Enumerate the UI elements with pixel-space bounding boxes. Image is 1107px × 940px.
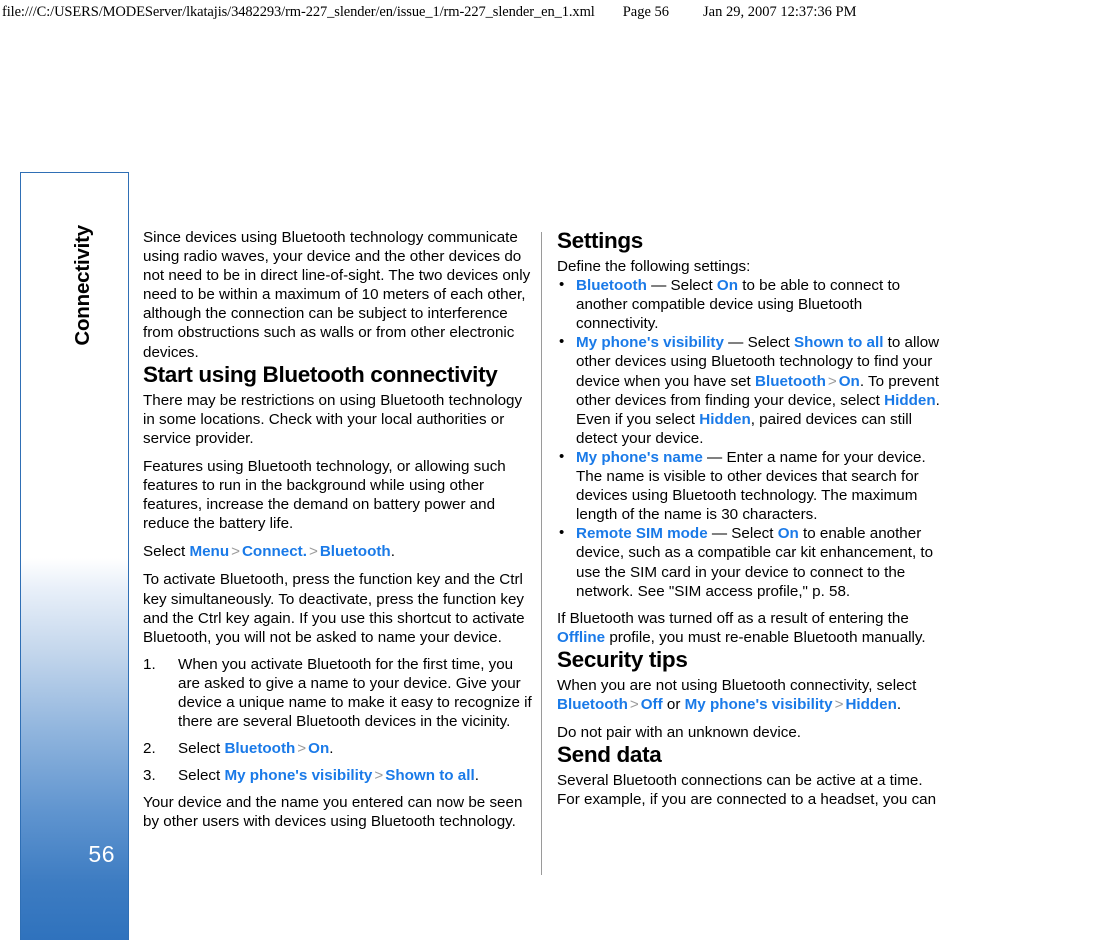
my-phones-visibility-path-item[interactable]: My phone's visibility	[224, 767, 372, 784]
right-text-column: Settings Define the following settings: …	[557, 228, 947, 809]
value-hidden[interactable]: Hidden	[845, 696, 896, 713]
chapter-title-label: Connectivity	[70, 225, 94, 346]
paragraph-intro: Since devices using Bluetooth technology…	[143, 229, 531, 361]
shown-to-all-path-item[interactable]: Shown to all	[385, 767, 474, 784]
value-shown-to-all[interactable]: Shown to all	[794, 334, 883, 351]
value-on[interactable]: On	[778, 525, 799, 542]
chevron-right-icon: >	[827, 372, 837, 390]
chevron-right-icon: >	[231, 543, 240, 561]
bullet-icon: •	[559, 333, 565, 351]
setting-term-bluetooth[interactable]: Bluetooth	[576, 277, 647, 294]
column-divider	[541, 232, 542, 875]
list-item: 1. When you activate Bluetooth for the fi…	[143, 655, 533, 731]
paragraph-restrictions: There may be restrictions on using Bluet…	[143, 391, 523, 447]
offline-text: If Bluetooth was turned off as a result …	[557, 609, 909, 627]
list-item: • My phone's visibility — Select Shown to…	[557, 333, 947, 448]
step-period: .	[329, 740, 334, 758]
chevron-right-icon: >	[834, 695, 844, 713]
connect-path-item[interactable]: Connect.	[242, 543, 307, 560]
bluetooth-path-item[interactable]: Bluetooth	[224, 740, 295, 757]
value-hidden[interactable]: Hidden	[699, 411, 750, 428]
list-item: • My phone's name — Enter a name for your…	[557, 448, 947, 524]
step-text: When you activate Bluetooth for the firs…	[178, 655, 532, 731]
setting-text: — Select	[646, 277, 717, 295]
heading-settings: Settings	[557, 228, 643, 253]
select-period: .	[390, 543, 395, 561]
value-on[interactable]: On	[717, 277, 738, 294]
step-number: 2.	[143, 740, 156, 758]
chevron-right-icon: >	[308, 543, 318, 561]
paragraph-offline-profile: If Bluetooth was turned off as a result …	[557, 609, 947, 647]
list-item: • Bluetooth — Select On to be able to con…	[557, 276, 947, 333]
paragraph-device-seen: Your device and the name you entered can…	[143, 794, 523, 831]
setting-term-my-phones-name[interactable]: My phone's name	[576, 449, 703, 466]
heading-security-tips: Security tips	[557, 646, 688, 672]
on-path-item[interactable]: On	[308, 740, 329, 757]
paragraph-features: Features using Bluetooth technology, or …	[143, 457, 506, 533]
select-lead: Select	[143, 543, 190, 561]
setting-term-my-phones-visibility[interactable]: My phone's visibility	[576, 334, 724, 351]
value-my-phones-visibility[interactable]: My phone's visibility	[685, 696, 833, 713]
heading-start-using-bluetooth: Start using Bluetooth connectivity	[143, 361, 498, 387]
list-item: 3. Select My phone's visibility > Shown to …	[143, 766, 533, 785]
security-text: or	[662, 695, 685, 713]
security-text: When you are not using Bluetooth connect…	[557, 676, 917, 694]
step-period: .	[474, 767, 479, 785]
security-text: .	[896, 695, 902, 713]
paragraph-activate: To activate Bluetooth, press the functio…	[143, 571, 525, 646]
step-number: 3.	[143, 767, 156, 785]
setting-text: — Select	[723, 334, 794, 352]
bluetooth-path-item[interactable]: Bluetooth	[320, 543, 391, 560]
list-item: 2. Select Bluetooth > On.	[143, 739, 533, 758]
step-lead: Select	[178, 767, 225, 785]
value-on[interactable]: On	[839, 373, 860, 390]
step-number: 1.	[143, 655, 156, 673]
setting-term-remote-sim-mode[interactable]: Remote SIM mode	[576, 525, 708, 542]
chevron-right-icon: >	[297, 740, 307, 758]
bullet-icon: •	[559, 447, 565, 465]
menu-path-item[interactable]: Menu	[189, 543, 229, 560]
chapter-tab-sidebar: Connectivity 56	[20, 172, 129, 940]
bullet-icon: •	[559, 524, 565, 542]
paragraph-no-pair: Do not pair with an unknown device.	[557, 724, 801, 742]
setting-text: — Select	[707, 525, 778, 543]
chapter-title: Connectivity	[21, 173, 130, 453]
paragraph-select-path: Select Menu > Connect. > Bluetooth.	[143, 542, 533, 561]
offline-text: profile, you must re-enable Bluetooth ma…	[605, 628, 926, 646]
value-bluetooth[interactable]: Bluetooth	[755, 373, 826, 390]
step-lead: Select	[178, 740, 225, 758]
value-off[interactable]: Off	[641, 696, 663, 713]
value-hidden[interactable]: Hidden	[884, 392, 935, 409]
page-number: 56	[88, 841, 115, 867]
chevron-right-icon: >	[629, 695, 639, 713]
left-text-column: Since devices using Bluetooth technology…	[143, 228, 533, 832]
settings-bullet-list: • Bluetooth — Select On to be able to con…	[557, 276, 947, 601]
paragraph-send-data: Several Bluetooth connections can be act…	[557, 772, 937, 809]
numbered-steps-list: 1. When you activate Bluetooth for the fi…	[143, 655, 533, 786]
bullet-icon: •	[559, 276, 565, 294]
paragraph-security-tips: When you are not using Bluetooth connect…	[557, 676, 947, 714]
paragraph-define-settings: Define the following settings:	[557, 258, 751, 275]
value-bluetooth[interactable]: Bluetooth	[557, 696, 628, 713]
chevron-right-icon: >	[374, 767, 384, 785]
list-item: • Remote SIM mode — Select On to enable a…	[557, 524, 947, 600]
value-offline[interactable]: Offline	[557, 629, 605, 646]
document-page: Connectivity 56 Since devices using Blue…	[0, 0, 1107, 940]
heading-send-data: Send data	[557, 742, 662, 768]
